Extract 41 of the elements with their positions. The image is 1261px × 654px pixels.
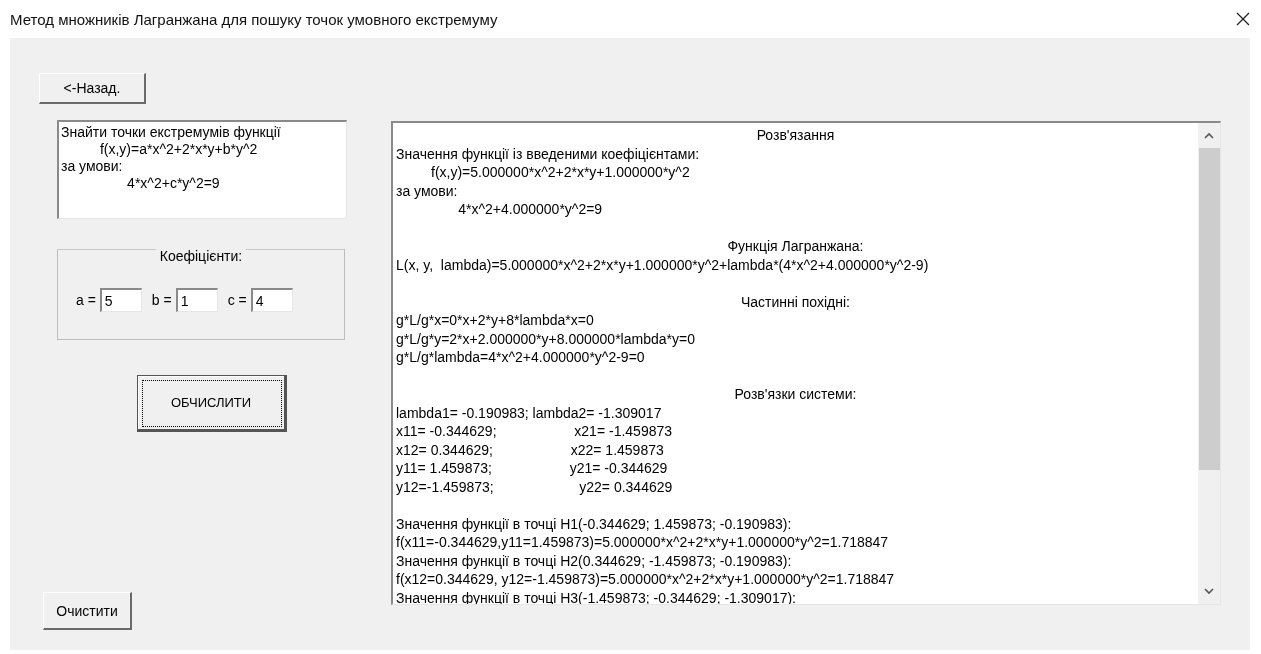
section-heading: Функція Лагранжана: (726, 237, 865, 256)
text-line: y12=-1.459873; y22= 0.344629 (396, 477, 674, 496)
text-line: Значення функції в точці H1(-0.344629; 1.459873; -0.190983): (396, 514, 793, 533)
text-line: f(x11=-0.344629,y11=1.459873)=5.000000*x^2+2*x*y+1.000000*y^2=1.718847 (396, 533, 890, 552)
text-line: y11= 1.459873; y21= -0.344629 (396, 459, 669, 478)
back-button[interactable]: <-Назад. (39, 73, 146, 104)
text-line: Значення функції із введеними коефіцієнтами: (396, 144, 701, 163)
calculate-button[interactable]: ОБЧИСЛИТИ (137, 375, 287, 432)
text-line: Значення функції в точці H2(0.344629; -1.459873; -0.190983): (396, 551, 793, 570)
text-line: за умови: (61, 158, 124, 175)
text-line: g*L/g*y=2*x+2.000000*y+8.000000*lambda*y=0 (396, 329, 696, 348)
section-heading: Розв'язання (755, 126, 836, 145)
text-line: x11= -0.344629; x21= -1.459873 (396, 422, 674, 441)
text-line: L(x, y, lambda)=5.000000*x^2+2*x*y+1.000000*y^2+lambda*(4*x^2+4.000000*y^2-9) (396, 255, 930, 274)
input-field[interactable]: 4 (250, 288, 293, 312)
scrollbar-thumb[interactable] (1198, 148, 1220, 470)
field-label: b = (151, 292, 172, 308)
section-heading: Частинні похідні: (739, 292, 851, 311)
text-line: 4*x^2+4.000000*y^2=9 (457, 200, 604, 219)
scrollbar[interactable] (1198, 123, 1220, 604)
text-line: Знайти точки екстремумів функції (61, 124, 282, 141)
scroll-down-icon[interactable] (1204, 588, 1214, 595)
input-field[interactable]: 5 (99, 288, 142, 312)
close-icon[interactable] (1236, 12, 1250, 26)
text-line: за умови: (396, 181, 459, 200)
text-line: lambda1= -0.190983; lambda2= -1.309017 (396, 403, 663, 422)
field-label: a = (76, 292, 96, 308)
window-title: Метод множників Лагранжана для пошуку точок умовного екстремуму (10, 10, 498, 28)
group-title: Коефіцієнти: (155, 248, 247, 264)
text-line: 4*x^2+c*y^2=9 (126, 175, 221, 192)
input-field[interactable]: 1 (175, 288, 218, 312)
text-line: f(x12=0.344629, y12=-1.459873)=5.000000*x^2+2*x*y+1.000000*y^2=1.718847 (396, 570, 896, 589)
text-line: f(x,y)=5.000000*x^2+2*x*y+1.000000*y^2 (430, 163, 691, 182)
section-heading: Розв'язки системи: (733, 385, 858, 404)
text-line: x12= 0.344629; x22= 1.459873 (396, 440, 665, 459)
field-label: c = (227, 292, 247, 308)
text-line: g*L/g*lambda=4*x^2+4.000000*y^2-9=0 (396, 348, 646, 367)
scroll-up-icon[interactable] (1204, 132, 1214, 139)
text-line: g*L/g*x=0*x+2*y+8*lambda*x=0 (396, 311, 595, 330)
clear-button[interactable]: Очистити (43, 592, 132, 630)
text-line: f(x,y)=a*x^2+2*x*y+b*y^2 (98, 141, 259, 158)
